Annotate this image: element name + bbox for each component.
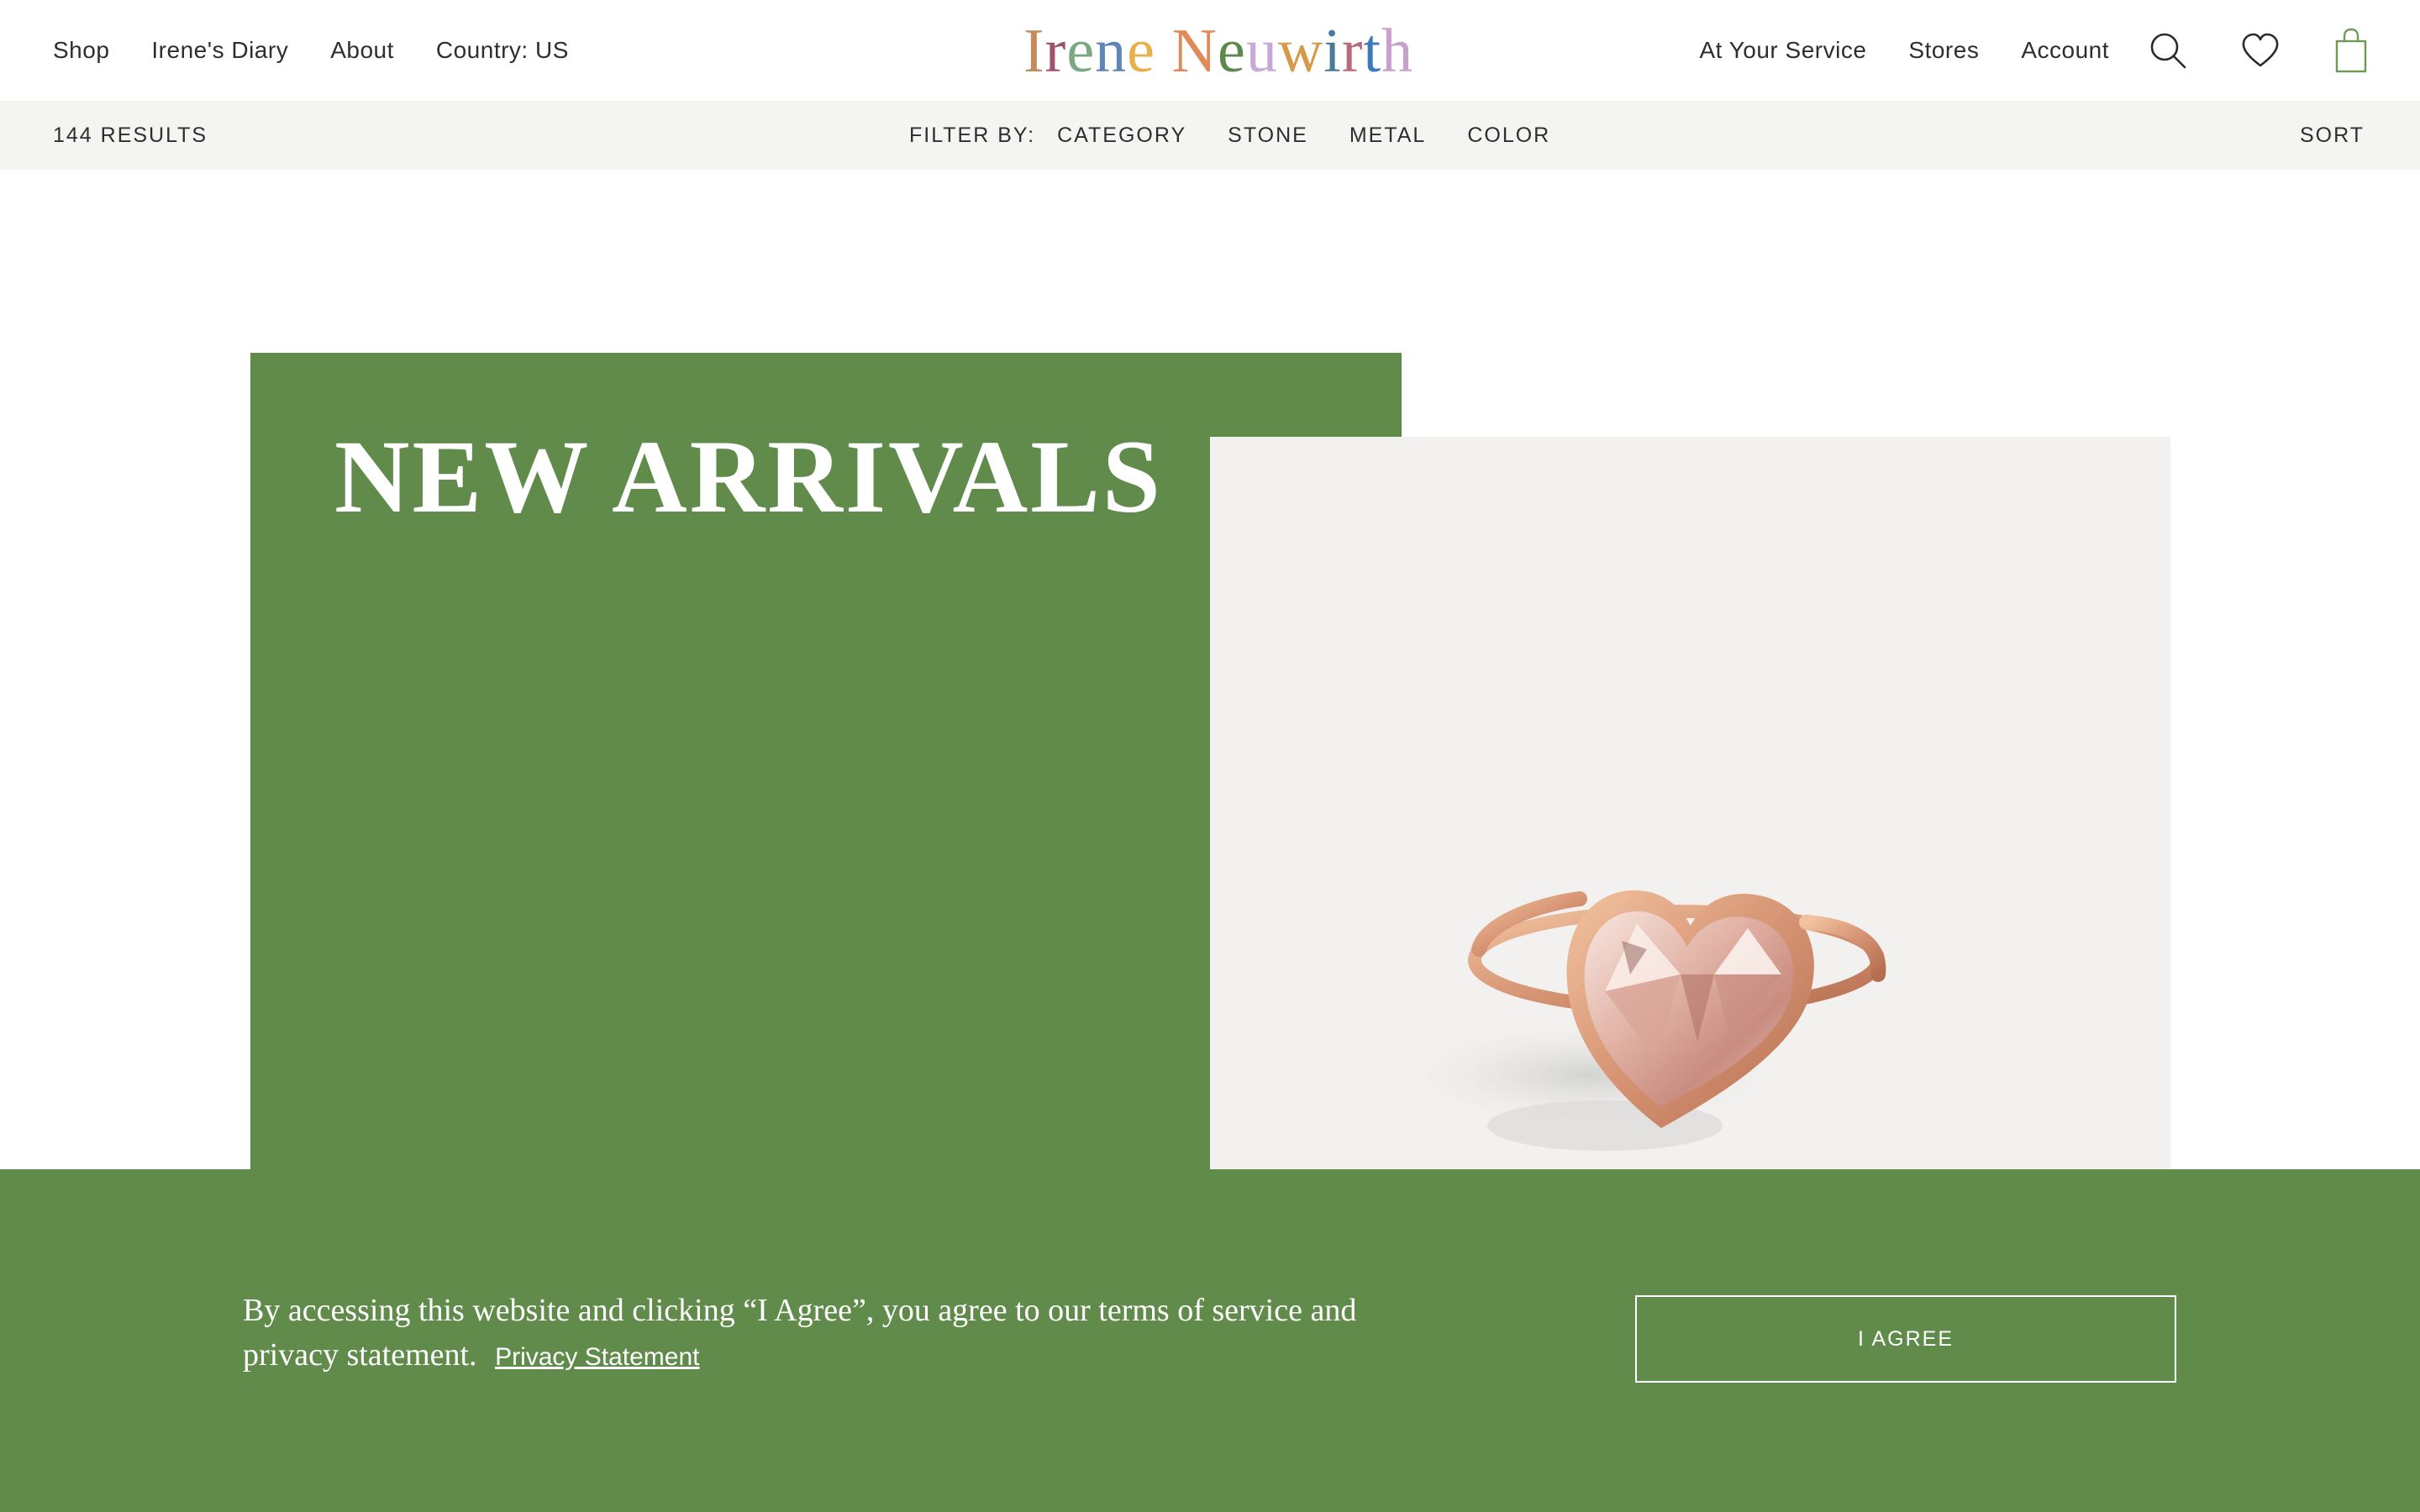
filter-group: FILTER BY: CATEGORY STONE METAL COLOR <box>909 101 1591 170</box>
nav-account[interactable]: Account <box>2021 37 2109 64</box>
filter-stone[interactable]: STONE <box>1228 123 1308 148</box>
nav-irenes-diary[interactable]: Irene's Diary <box>151 37 288 64</box>
hero-product-image[interactable] <box>1210 437 2170 1176</box>
nav-stores[interactable]: Stores <box>1908 37 1979 64</box>
logo-letter: h <box>1381 17 1414 86</box>
brand-logo[interactable]: Irene Neuwirth <box>1023 17 1413 86</box>
nav-shop[interactable]: Shop <box>53 37 109 64</box>
logo-letter <box>1155 20 1172 82</box>
logo-letter: N <box>1171 17 1218 86</box>
nav-about[interactable]: About <box>330 37 394 64</box>
logo-letter: r <box>1044 17 1067 86</box>
primary-nav: Shop Irene's Diary About Country: US <box>53 0 569 101</box>
logo-letter: r <box>1341 17 1364 86</box>
utility-nav: At Your Service Stores Account <box>1699 0 2370 101</box>
consent-message: By accessing this website and clicking “… <box>243 1289 1419 1379</box>
filter-label: FILTER BY: <box>909 123 1036 147</box>
shopping-bag-icon[interactable] <box>2333 27 2370 74</box>
heart-ring-image <box>1378 890 1886 1151</box>
nav-at-your-service[interactable]: At Your Service <box>1699 37 1866 64</box>
site-header: Shop Irene's Diary About Country: US Ire… <box>0 0 2420 101</box>
logo-letter: i <box>1323 17 1342 86</box>
logo-letter: u <box>1245 17 1278 86</box>
filter-bar: 144 RESULTS FILTER BY: CATEGORY STONE ME… <box>0 101 2420 170</box>
filter-category[interactable]: CATEGORY <box>1057 123 1186 148</box>
logo-letter: w <box>1277 17 1324 86</box>
search-icon[interactable] <box>2148 30 2188 71</box>
sort-button[interactable]: SORT <box>2300 101 2365 170</box>
logo-letter: I <box>1023 17 1045 86</box>
results-count: 144 RESULTS <box>53 123 208 147</box>
i-agree-button[interactable]: I AGREE <box>1635 1295 2176 1383</box>
logo-letter: e <box>1217 17 1246 86</box>
consent-text: By accessing this website and clicking “… <box>243 1293 1357 1373</box>
nav-country-selector[interactable]: Country: US <box>436 37 569 64</box>
logo-letter: n <box>1095 17 1128 86</box>
logo-letter: e <box>1127 17 1156 86</box>
logo-letter: t <box>1363 17 1382 86</box>
filter-metal[interactable]: METAL <box>1349 123 1427 148</box>
heart-icon[interactable] <box>2240 30 2281 71</box>
privacy-statement-link[interactable]: Privacy Statement <box>495 1343 699 1371</box>
page-title: NEW ARRIVALS <box>334 419 1163 534</box>
filter-color[interactable]: COLOR <box>1467 123 1550 148</box>
logo-letter: e <box>1066 17 1096 86</box>
cookie-consent-banner: By accessing this website and clicking “… <box>0 1169 2420 1512</box>
